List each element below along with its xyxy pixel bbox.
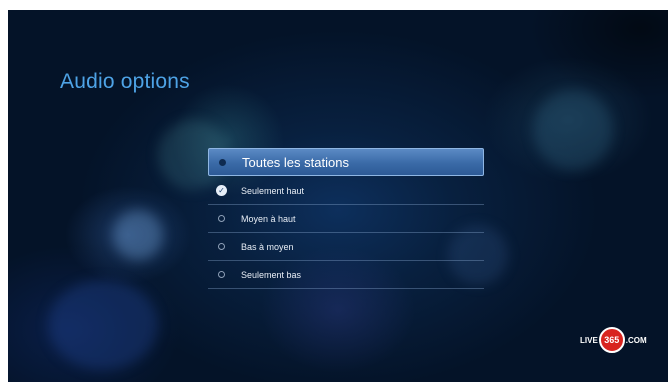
menu-item-seulement-bas[interactable]: Seulement bas <box>208 261 484 289</box>
logo-prefix: LIVE <box>580 335 598 345</box>
menu-item-label: Toutes les stations <box>242 154 349 170</box>
menu-item-seulement-haut[interactable]: ✓ Seulement haut <box>208 177 484 205</box>
background-light <box>48 280 158 370</box>
menu-item-toutes-les-stations[interactable]: Toutes les stations <box>208 148 484 176</box>
radio-circle-icon <box>218 215 225 222</box>
checkmark-icon: ✓ <box>216 185 227 196</box>
menu-item-label: Seulement bas <box>241 269 302 280</box>
radio-dot-icon <box>219 158 226 166</box>
live365-logo: LIVE 365 .COM <box>580 327 647 353</box>
menu-item-label: Seulement haut <box>241 185 305 196</box>
tv-screen: Audio options Toutes les stations ✓ Seul… <box>8 10 668 382</box>
background-shadow <box>528 10 668 100</box>
menu-item-label: Moyen à haut <box>241 213 296 224</box>
menu-item-label: Bas à moyen <box>241 241 294 252</box>
logo-number-badge: 365 <box>598 327 625 353</box>
radio-circle-icon <box>218 243 225 250</box>
menu-item-bas-a-moyen[interactable]: Bas à moyen <box>208 233 484 261</box>
page-title: Audio options <box>60 70 190 93</box>
audio-options-menu: Toutes les stations ✓ Seulement haut Moy… <box>208 148 484 289</box>
logo-suffix: .COM <box>625 335 647 345</box>
radio-circle-icon <box>218 271 225 278</box>
background-light <box>533 90 613 170</box>
background-light <box>113 210 163 260</box>
menu-item-moyen-a-haut[interactable]: Moyen à haut <box>208 205 484 233</box>
